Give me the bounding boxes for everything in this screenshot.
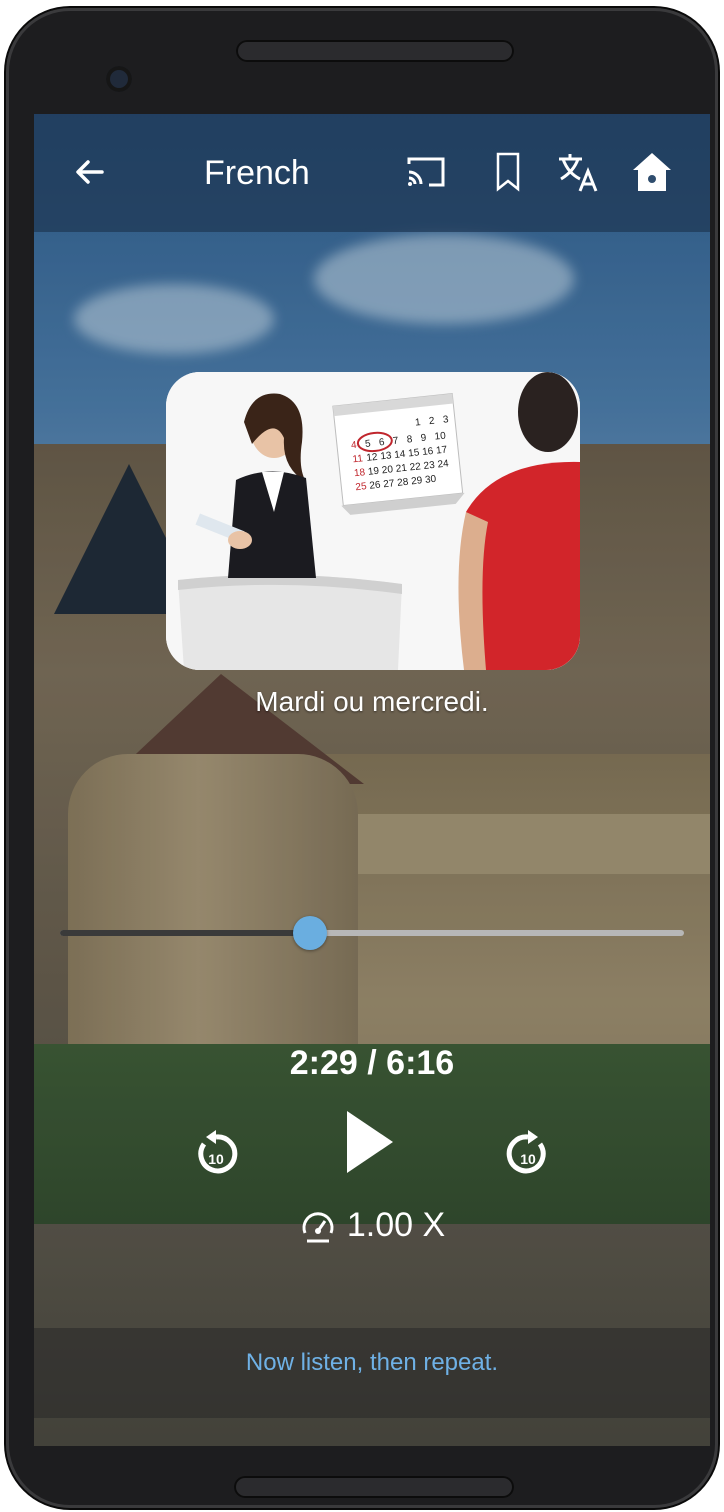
forward-seconds-label: 10 <box>520 1151 536 1167</box>
rewind-10-button[interactable]: 10 <box>184 1122 248 1186</box>
back-arrow-icon <box>76 160 104 184</box>
svg-text:25: 25 <box>355 481 368 493</box>
page-title: French <box>204 154 310 192</box>
lesson-caption: Mardi ou mercredi. <box>255 686 489 717</box>
svg-text:28: 28 <box>397 477 410 489</box>
svg-text:23: 23 <box>423 460 436 472</box>
svg-text:14: 14 <box>394 449 407 461</box>
progress-slider-fill <box>60 930 310 936</box>
svg-text:11: 11 <box>352 453 364 465</box>
replay-10-icon: 10 <box>198 1130 238 1174</box>
home-button[interactable] <box>624 144 680 200</box>
svg-text:24: 24 <box>437 458 450 470</box>
app-toolbar: French <box>34 114 710 232</box>
play-button[interactable] <box>334 1102 404 1182</box>
svg-text:15: 15 <box>408 447 421 459</box>
translate-icon <box>559 154 598 192</box>
play-icon <box>347 1111 393 1173</box>
forward-10-button[interactable]: 10 <box>496 1122 560 1186</box>
svg-text:27: 27 <box>383 478 396 490</box>
bookmark-button[interactable] <box>480 144 536 200</box>
speaker-grille-bottom <box>234 1476 514 1498</box>
svg-text:12: 12 <box>366 452 379 464</box>
playback-speed-button[interactable]: 1.00 X <box>34 1206 710 1245</box>
forward-10-icon: 10 <box>506 1130 546 1174</box>
receptionist-calendar-illustration: 123 4 5 6 7 8 9 10 11 12 13 14 15 16 17 18 19 20 21 22 23… <box>166 372 580 670</box>
svg-text:29: 29 <box>411 475 424 487</box>
cast-icon <box>407 157 445 187</box>
speedometer-icon <box>302 1211 334 1242</box>
progress-slider-thumb[interactable] <box>292 916 327 950</box>
svg-text:13: 13 <box>380 450 393 462</box>
back-button[interactable] <box>62 144 118 200</box>
front-camera <box>106 66 132 92</box>
svg-text:16: 16 <box>422 446 435 458</box>
app-screen: French 1 2 3 4 5 6 7 8 9 10 11 12 13 14 … <box>34 114 710 1446</box>
translate-button[interactable] <box>550 144 606 200</box>
svg-text:22: 22 <box>409 461 422 473</box>
svg-text:10: 10 <box>434 430 447 442</box>
svg-text:21: 21 <box>395 463 408 475</box>
svg-text:26: 26 <box>369 480 382 492</box>
cast-button[interactable] <box>398 144 454 200</box>
progress-slider[interactable] <box>60 916 684 950</box>
playback-time: 2:29 / 6:16 <box>289 1044 455 1082</box>
playback-speed-value: 1.00 X <box>346 1206 446 1244</box>
background-dim-overlay <box>34 114 710 1446</box>
rewind-seconds-label: 10 <box>208 1151 224 1167</box>
phone-frame: French 1 2 3 4 5 6 7 8 9 10 11 12 13 14 … <box>6 8 718 1508</box>
svg-text:17: 17 <box>436 444 449 456</box>
home-icon <box>633 153 671 191</box>
svg-text:18: 18 <box>353 467 366 479</box>
svg-text:20: 20 <box>381 464 394 476</box>
lesson-image: 123 4 5 6 7 8 9 10 11 12 13 14 15 16 17 18 19 20 21 22 23… <box>166 372 580 670</box>
instruction-text: Now listen, then repeat. <box>245 1349 499 1376</box>
speaker-grille-top <box>236 40 514 62</box>
bookmark-icon <box>496 152 520 192</box>
svg-text:30: 30 <box>425 474 438 486</box>
svg-text:19: 19 <box>367 466 380 478</box>
